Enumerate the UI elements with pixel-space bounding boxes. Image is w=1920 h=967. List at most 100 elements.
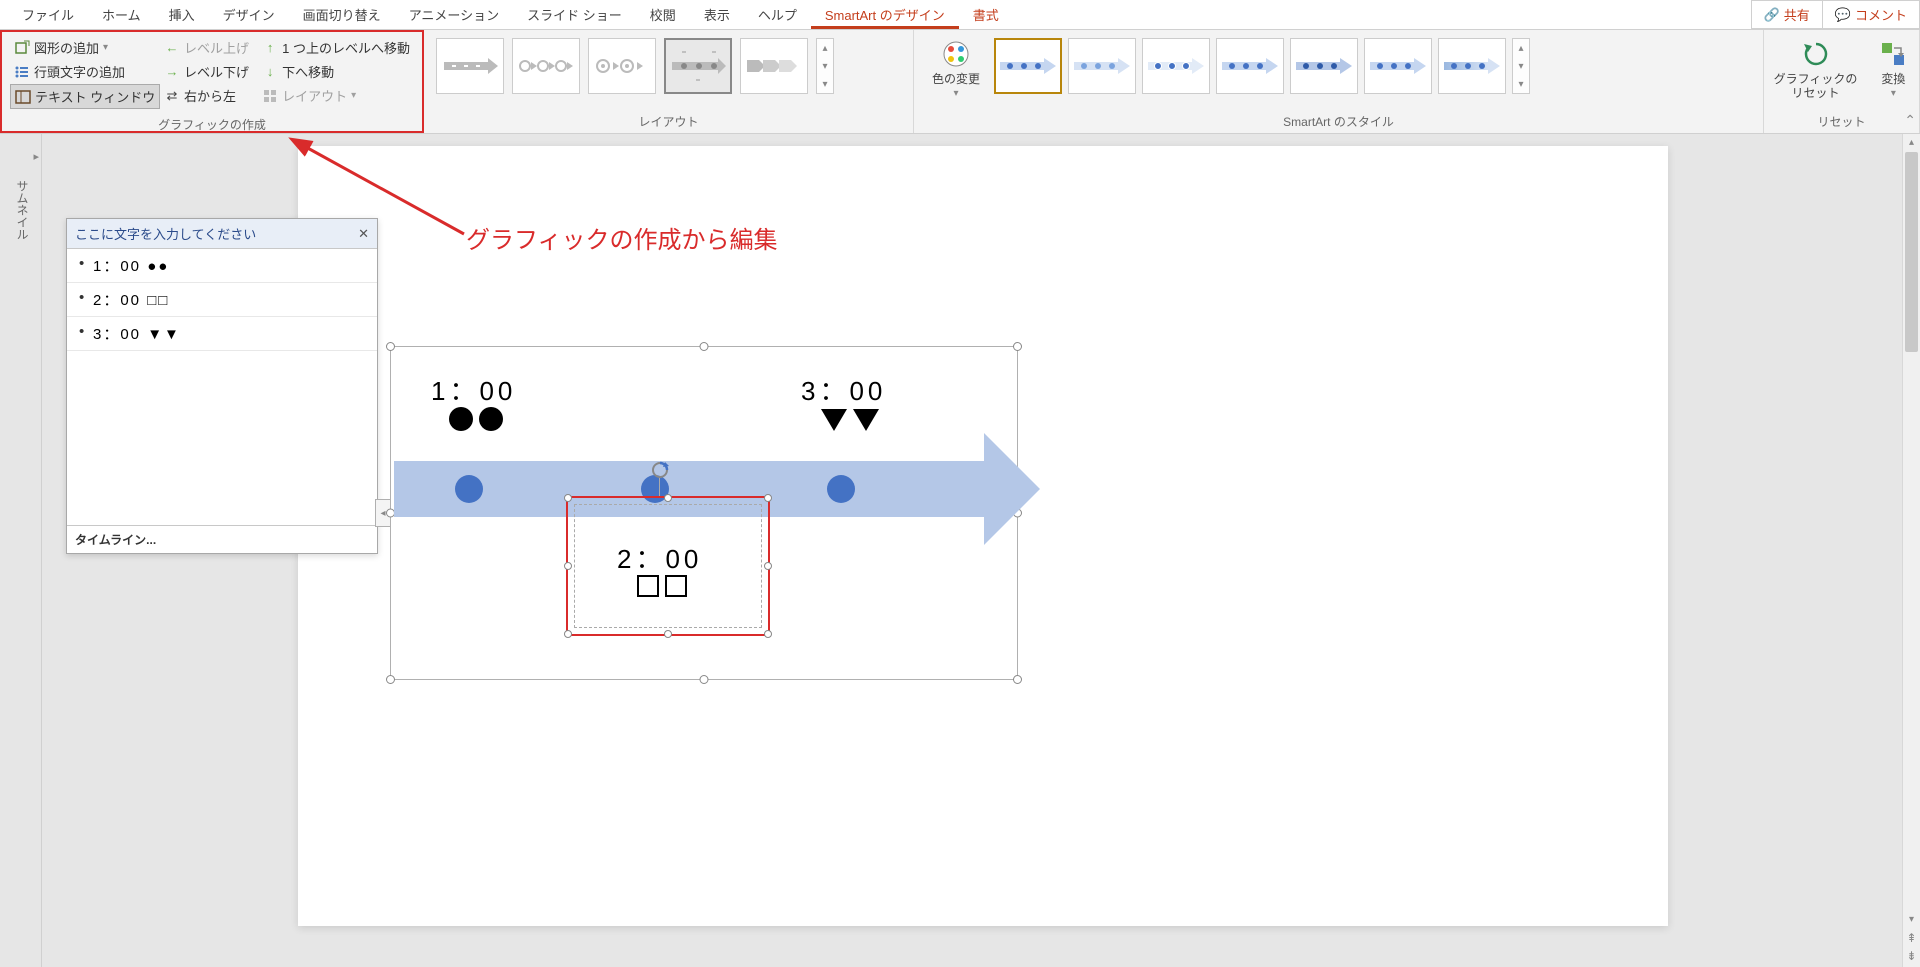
expand-gallery-icon[interactable]: ▾ xyxy=(1513,75,1529,93)
tab-design[interactable]: デザイン xyxy=(209,0,289,29)
scroll-down-icon[interactable]: ▾ xyxy=(1513,57,1529,75)
resize-handle[interactable] xyxy=(764,494,772,502)
group-create-graphic: 図形の追加 ▾ 行頭文字の追加 テキスト ウィンドウ ← レベル上げ xyxy=(0,30,424,133)
group-styles-label: SmartArt のスタイル xyxy=(914,110,1763,133)
text-pane-item[interactable]: 2：00 □□ xyxy=(67,283,377,317)
group-reset: グラフィックの リセット 変換 ▾ リセット xyxy=(1764,30,1920,133)
tab-smartart-design[interactable]: SmartArt のデザイン xyxy=(811,0,959,29)
expand-gallery-icon[interactable]: ▾ xyxy=(817,75,833,93)
chevron-down-icon: ▾ xyxy=(953,88,958,99)
change-colors-label: 色の変更 xyxy=(932,72,980,86)
layout-option-1[interactable] xyxy=(436,38,504,94)
resize-handle[interactable] xyxy=(700,342,709,351)
scrollbar-thumb[interactable] xyxy=(1905,152,1918,352)
style-option-6[interactable] xyxy=(1364,38,1432,94)
add-shape-button[interactable]: 図形の追加 ▾ xyxy=(10,36,160,59)
style-option-1-selected[interactable] xyxy=(994,38,1062,94)
tab-review[interactable]: 校閲 xyxy=(636,0,690,29)
style-option-7[interactable] xyxy=(1438,38,1506,94)
chevron-down-icon: ▾ xyxy=(103,42,108,53)
layout-option-2[interactable] xyxy=(512,38,580,94)
tab-home[interactable]: ホーム xyxy=(88,0,155,29)
layout-option-4-selected[interactable] xyxy=(664,38,732,94)
text-pane-footer[interactable]: タイムライン... xyxy=(67,525,377,553)
reset-graphic-button[interactable]: グラフィックの リセット xyxy=(1764,34,1868,105)
resize-handle[interactable] xyxy=(1013,342,1022,351)
style-option-3[interactable] xyxy=(1142,38,1210,94)
comment-button[interactable]: 💬 コメント xyxy=(1822,0,1920,29)
text-pane-item[interactable]: 3：00 ▼▼ xyxy=(67,317,377,351)
tab-help[interactable]: ヘルプ xyxy=(744,0,811,29)
palette-icon xyxy=(940,38,972,70)
share-button[interactable]: 🔗 共有 xyxy=(1751,0,1823,29)
resize-handle[interactable] xyxy=(564,494,572,502)
text-pane-item[interactable]: 1：00 ●● xyxy=(67,249,377,283)
resize-handle[interactable] xyxy=(386,675,395,684)
resize-handle[interactable] xyxy=(1013,675,1022,684)
text-pane-body[interactable]: 1：00 ●● 2：00 □□ 3：00 ▼▼ xyxy=(67,249,377,525)
timeline-arrow-head[interactable] xyxy=(984,433,1040,545)
scroll-down-icon[interactable]: ▾ xyxy=(1903,911,1920,929)
move-up-button[interactable]: ↑ 1 つ上のレベルへ移動 xyxy=(258,36,414,59)
thumbnail-expand-icon[interactable]: ▸ xyxy=(33,150,39,163)
move-down-button[interactable]: ↓ 下へ移動 xyxy=(258,60,414,83)
reset-graphic-label: グラフィックの リセット xyxy=(1774,72,1858,101)
scroll-down-icon[interactable]: ▾ xyxy=(817,57,833,75)
style-option-4[interactable] xyxy=(1216,38,1284,94)
timeline-dot-3[interactable] xyxy=(827,475,855,503)
timeline-label-3[interactable]: 3：00 xyxy=(801,371,886,408)
bullet-list-icon xyxy=(14,64,30,80)
ribbon-collapse-button[interactable]: ⌃ xyxy=(1904,112,1916,129)
prev-slide-icon[interactable]: ⇞ xyxy=(1903,931,1920,949)
arrow-right-icon: → xyxy=(164,64,180,80)
tab-view[interactable]: 表示 xyxy=(690,0,744,29)
circle-icon xyxy=(449,407,473,431)
layout-option-5[interactable] xyxy=(740,38,808,94)
layout-option-3[interactable] xyxy=(588,38,656,94)
scroll-up-icon[interactable]: ▴ xyxy=(1903,134,1920,152)
move-up-label: 1 つ上のレベルへ移動 xyxy=(282,38,410,57)
timeline-icons-1 xyxy=(449,407,503,431)
resize-handle[interactable] xyxy=(664,494,672,502)
layout-icon xyxy=(262,88,278,104)
group-smartart-styles: 色の変更 ▾ ▴ ▾ ▾ SmartArt のスタイル xyxy=(914,30,1764,133)
demote-button[interactable]: → レベル下げ xyxy=(160,60,258,83)
style-option-2[interactable] xyxy=(1068,38,1136,94)
layout-menu-button: レイアウト ▾ xyxy=(258,84,414,107)
tab-transitions[interactable]: 画面切り替え xyxy=(289,0,395,29)
resize-handle[interactable] xyxy=(700,675,709,684)
scroll-up-icon[interactable]: ▴ xyxy=(1513,39,1529,57)
scroll-up-icon[interactable]: ▴ xyxy=(817,39,833,57)
resize-handle[interactable] xyxy=(664,630,672,638)
tab-animation[interactable]: アニメーション xyxy=(395,0,513,29)
text-window-icon xyxy=(15,89,31,105)
add-bullet-button[interactable]: 行頭文字の追加 xyxy=(10,60,160,83)
vertical-scrollbar[interactable]: ▴ ▾ ⇞ ⇟ xyxy=(1902,134,1920,967)
text-window-button[interactable]: テキスト ウィンドウ xyxy=(10,84,160,109)
resize-handle[interactable] xyxy=(764,630,772,638)
chevron-down-icon: ▾ xyxy=(1891,88,1896,99)
resize-handle[interactable] xyxy=(764,562,772,570)
resize-handle[interactable] xyxy=(564,630,572,638)
text-pane-title: ここに文字を入力してください xyxy=(75,224,256,243)
convert-button[interactable]: 変換 ▾ xyxy=(1867,34,1919,103)
rotate-handle-icon[interactable] xyxy=(650,460,670,480)
tab-insert[interactable]: 挿入 xyxy=(155,0,209,29)
rotate-handle-line xyxy=(659,478,660,498)
group-layouts: ▴ ▾ ▾ レイアウト xyxy=(424,30,914,133)
next-slide-icon[interactable]: ⇟ xyxy=(1903,949,1920,967)
layout-gallery-more[interactable]: ▴ ▾ ▾ xyxy=(816,38,834,94)
close-icon[interactable]: ✕ xyxy=(358,226,369,242)
tab-file[interactable]: ファイル xyxy=(8,0,88,29)
selection-border xyxy=(574,504,762,628)
tab-format[interactable]: 書式 xyxy=(959,0,1013,29)
timeline-dot-1[interactable] xyxy=(455,475,483,503)
style-option-5[interactable] xyxy=(1290,38,1358,94)
resize-handle[interactable] xyxy=(386,342,395,351)
tab-slideshow[interactable]: スライド ショー xyxy=(513,0,636,29)
resize-handle[interactable] xyxy=(564,562,572,570)
style-gallery-more[interactable]: ▴ ▾ ▾ xyxy=(1512,38,1530,94)
rtl-button[interactable]: ⇄ 右から左 xyxy=(160,84,258,107)
change-colors-button[interactable]: 色の変更 ▾ xyxy=(922,34,990,103)
timeline-label-1[interactable]: 1：00 xyxy=(431,371,516,408)
